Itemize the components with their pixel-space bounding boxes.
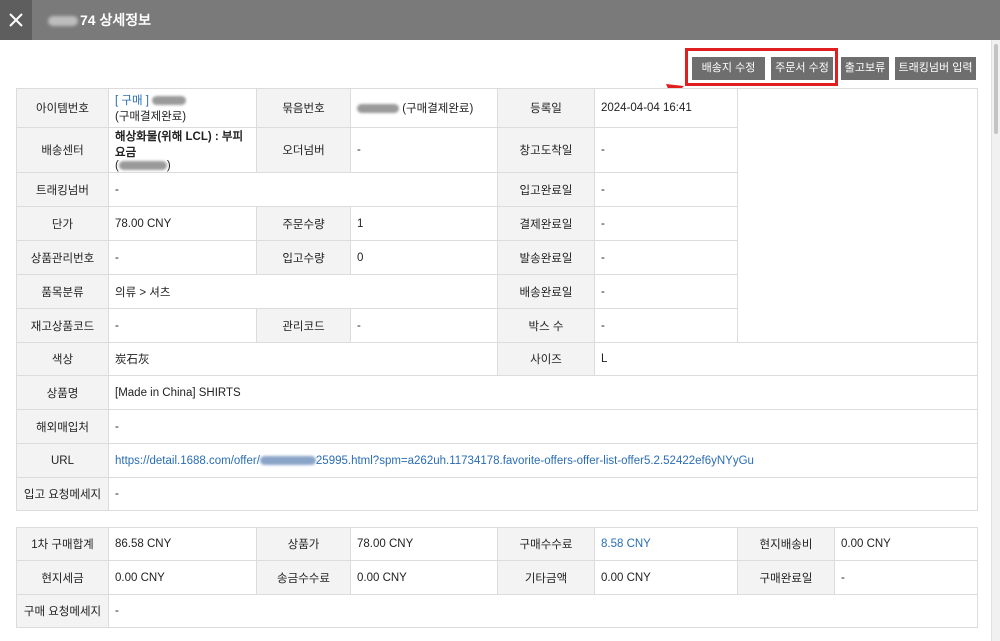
scrollbar-thumb[interactable] — [994, 44, 998, 134]
purchase-message-value: - — [108, 594, 978, 628]
stock-code-label: 재고상품코드 — [16, 308, 109, 343]
table-row: 색상 炭石灰 사이즈 L — [16, 342, 978, 376]
redacted-item-no — [152, 96, 187, 106]
payment-done-value: - — [594, 206, 738, 241]
tracking-no-label: 트래킹넘버 — [16, 172, 109, 207]
window-titlebar: 74 상세정보 — [0, 0, 1000, 40]
unit-price-label: 단가 — [16, 206, 109, 241]
highlight-box — [685, 48, 838, 86]
product-name-label: 상품명 — [16, 375, 109, 410]
table-row: 아이템번호 [ 구매 ] (구매결제완료) 묶음번호 (구매결제완료) 등록일 … — [16, 88, 978, 343]
enter-tracking-number-button[interactable]: 트래킹넘버 입력 — [895, 57, 976, 80]
purchase-fee-value[interactable]: 8.58 CNY — [594, 527, 738, 561]
size-label: 사이즈 — [497, 342, 595, 376]
remit-fee-value: 0.00 CNY — [350, 560, 498, 595]
url-label: URL — [16, 443, 109, 478]
local-tax-value: 0.00 CNY — [108, 560, 257, 595]
order-no-value: - — [350, 127, 498, 173]
order-no-label: 오더넘버 — [256, 127, 351, 173]
ship-done-label: 발송완료일 — [497, 240, 595, 275]
local-tax-label: 현지세금 — [16, 560, 109, 595]
stock-in-qty-label: 입고수량 — [256, 240, 351, 275]
warehouse-arrival-value: - — [594, 127, 738, 173]
item-tag-link[interactable]: [ 구매 ] — [115, 95, 149, 107]
shipping-center-value: 해상화물(위해 LCL) : 부피요금 () — [108, 127, 257, 173]
item-no-label: 아이템번호 — [16, 88, 109, 128]
close-icon — [9, 13, 23, 27]
table-row: 상품명 [Made in China] SHIRTS — [16, 375, 978, 410]
item-no-value: [ 구매 ] (구매결제완료) — [108, 88, 257, 128]
overseas-vendor-label: 해외매입처 — [16, 409, 109, 444]
stock-in-done-value: - — [594, 172, 738, 207]
tracking-no-value: - — [108, 172, 498, 207]
table-row: 1차 구매합계 86.58 CNY 상품가 78.00 CNY 구매수수료 8.… — [16, 527, 978, 561]
hold-shipment-button[interactable]: 출고보류 — [841, 57, 889, 80]
stock-in-done-label: 입고완료일 — [497, 172, 595, 207]
first-total-value: 86.58 CNY — [108, 527, 257, 561]
overseas-vendor-value: - — [108, 409, 978, 444]
shipping-center-label: 배송센터 — [16, 127, 109, 173]
unit-price-value: 78.00 CNY — [108, 206, 257, 241]
mgmt-code-label: 관리코드 — [256, 308, 351, 343]
redacted-bundle-no — [357, 104, 399, 114]
local-shipping-label: 현지배송비 — [737, 527, 835, 561]
box-count-value: - — [594, 308, 738, 343]
other-amount-label: 기타금액 — [497, 560, 595, 595]
first-total-label: 1차 구매합계 — [16, 527, 109, 561]
purchase-fee-label: 구매수수료 — [497, 527, 595, 561]
product-name-value: [Made in China] SHIRTS — [108, 375, 978, 410]
product-url-link[interactable]: https://detail.1688.com/offer/25995.html… — [108, 443, 978, 478]
category-label: 품목분류 — [16, 274, 109, 309]
product-mgmt-no-label: 상품관리번호 — [16, 240, 109, 275]
stock-in-qty-value: 0 — [350, 240, 498, 275]
category-value: 의류 > 셔츠 — [108, 274, 498, 309]
warehouse-arrival-label: 창고도착일 — [497, 127, 595, 173]
table-row: URL https://detail.1688.com/offer/25995.… — [16, 443, 978, 478]
order-qty-value: 1 — [350, 206, 498, 241]
product-price-label: 상품가 — [256, 527, 351, 561]
ship-done-value: - — [594, 240, 738, 275]
table-row: 현지세금 0.00 CNY 송금수수료 0.00 CNY 기타금액 0.00 C… — [16, 560, 978, 595]
item-detail-table: 아이템번호 [ 구매 ] (구매결제완료) 묶음번호 (구매결제완료) 등록일 … — [16, 88, 978, 511]
table-row: 입고 요청메세지 - — [16, 477, 978, 511]
remit-fee-label: 송금수수료 — [256, 560, 351, 595]
color-label: 색상 — [16, 342, 109, 376]
purchase-message-label: 구매 요청메세지 — [16, 594, 109, 628]
item-status: (구매결제완료) — [115, 111, 187, 123]
order-qty-label: 주문수량 — [256, 206, 351, 241]
reg-date-value: 2024-04-04 16:41 — [594, 88, 738, 128]
delivery-done-value: - — [594, 274, 738, 309]
bundle-no-value: (구매결제완료) — [350, 88, 498, 128]
mgmt-code-value: - — [350, 308, 498, 343]
product-price-value: 78.00 CNY — [350, 527, 498, 561]
empty-cell — [737, 88, 978, 343]
redacted-id — [48, 16, 78, 27]
delivery-done-label: 배송완료일 — [497, 274, 595, 309]
purchase-summary-table: 1차 구매합계 86.58 CNY 상품가 78.00 CNY 구매수수료 8.… — [16, 527, 978, 628]
color-value: 炭石灰 — [108, 342, 498, 376]
table-row: 해외매입처 - — [16, 409, 978, 444]
table-row: 구매 요청메세지 - — [16, 594, 978, 628]
stock-in-message-label: 입고 요청메세지 — [16, 477, 109, 511]
purchase-done-value: - — [834, 560, 978, 595]
product-mgmt-no-value: - — [108, 240, 257, 275]
redacted-center-code — [118, 161, 167, 171]
scrollbar[interactable] — [991, 40, 1000, 641]
local-shipping-value: 0.00 CNY — [834, 527, 978, 561]
size-value: L — [594, 342, 978, 376]
payment-done-label: 결제완료일 — [497, 206, 595, 241]
close-button[interactable] — [0, 0, 32, 40]
purchase-done-label: 구매완료일 — [737, 560, 835, 595]
stock-in-message-value: - — [108, 477, 978, 511]
bundle-no-label: 묶음번호 — [256, 88, 351, 128]
box-count-label: 박스 수 — [497, 308, 595, 343]
page-title: 74 상세정보 — [48, 0, 151, 40]
bundle-status: (구매결제완료) — [402, 103, 474, 115]
shipping-center-text: 해상화물(위해 LCL) : 부피요금 — [115, 131, 244, 159]
reg-date-label: 등록일 — [497, 88, 595, 128]
other-amount-value: 0.00 CNY — [594, 560, 738, 595]
stock-code-value: - — [108, 308, 257, 343]
redacted-url-part — [259, 455, 316, 465]
